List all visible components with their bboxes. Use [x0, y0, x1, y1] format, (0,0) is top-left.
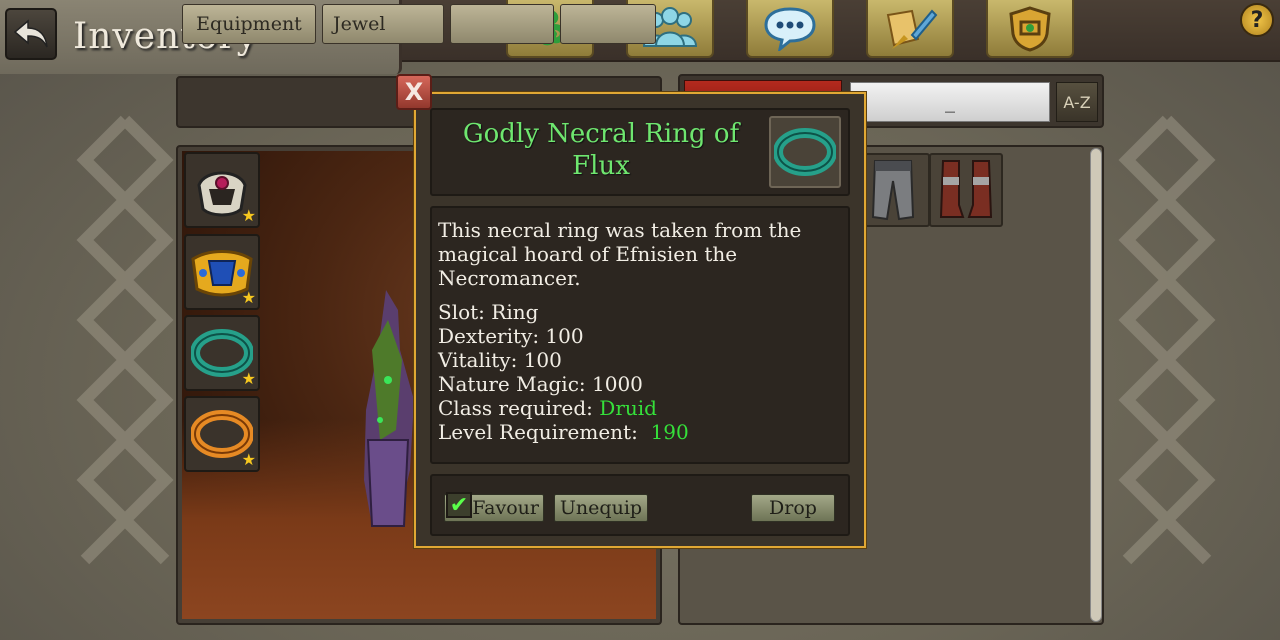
item-stats: Slot: Ring Dexterity: 100 Vitality: 100 … — [438, 300, 838, 444]
help-button[interactable]: ? — [1240, 3, 1274, 37]
ring-green-icon — [774, 128, 836, 176]
stat-row: Nature Magic: 1000 — [438, 372, 838, 396]
favour-checkbox[interactable]: ✔ — [446, 492, 472, 518]
back-button[interactable] — [5, 8, 57, 60]
star-icon: ★ — [241, 450, 256, 469]
chat-icon — [764, 7, 816, 51]
stat-label: Nature Magic: — [438, 372, 586, 396]
stat-label: Dexterity: — [438, 324, 540, 348]
boots-icon — [939, 160, 993, 218]
stat-label: Vitality: — [438, 348, 518, 372]
items-scrollbar[interactable] — [1090, 148, 1102, 622]
class-value: Druid — [599, 396, 657, 420]
tab-jewellery[interactable]: Jewel — [322, 4, 444, 44]
celtic-knot-right-ornament — [1118, 115, 1216, 565]
equip-slot-bracer[interactable]: ★ — [184, 234, 260, 310]
close-popup-button[interactable]: X — [396, 74, 432, 110]
star-icon: ★ — [241, 206, 256, 225]
item-preview — [769, 116, 841, 188]
popup-corner-ornament — [856, 92, 866, 102]
favour-label: Favour — [472, 497, 539, 519]
back-arrow-icon — [13, 19, 48, 48]
popup-corner-ornament — [414, 538, 424, 548]
stat-label: Class required: — [438, 396, 593, 420]
unequip-button[interactable]: Unequip — [554, 494, 648, 522]
stat-value: 1000 — [592, 372, 643, 396]
stat-row: Vitality: 100 — [438, 348, 838, 372]
star-icon: ★ — [241, 288, 256, 307]
item-title: Godly Necral Ring of Flux — [462, 119, 740, 181]
equip-slot-necklace[interactable]: ★ — [184, 152, 260, 228]
drop-button[interactable]: Drop — [751, 494, 835, 522]
quest-menu-button[interactable] — [866, 0, 954, 58]
quest-scroll-icon — [886, 9, 938, 49]
stat-row: Slot: Ring — [438, 300, 838, 324]
guild-shield-icon — [1009, 6, 1051, 52]
inventory-slot-boots[interactable] — [929, 153, 1003, 227]
druid-character-model — [364, 290, 414, 527]
checkmark-icon: ✔ — [449, 492, 469, 518]
level-value: 190 — [650, 420, 689, 444]
level-requirement: Level Requirement: 190 — [438, 420, 838, 444]
stat-label: Slot: — [438, 300, 485, 324]
sort-az-button[interactable]: A-Z — [1056, 82, 1098, 122]
inventory-slot-leg-armor[interactable] — [856, 153, 930, 227]
leg-armor-icon — [871, 160, 915, 221]
celtic-knot-left-ornament — [76, 115, 174, 565]
stat-value: 100 — [545, 324, 584, 348]
equip-slot-ring-2[interactable]: ★ — [184, 396, 260, 472]
tab-3[interactable] — [450, 4, 554, 44]
tab-equipment[interactable]: Equipment — [182, 4, 316, 44]
stat-label: Level Requirement: — [438, 420, 638, 444]
stat-value: Ring — [491, 300, 539, 324]
stat-row: Dexterity: 100 — [438, 324, 838, 348]
guild-menu-button[interactable] — [986, 0, 1074, 58]
star-icon: ★ — [241, 369, 256, 388]
chat-menu-button[interactable] — [746, 0, 834, 58]
stat-value: 100 — [523, 348, 562, 372]
class-requirement: Class required: Druid — [438, 396, 838, 420]
tab-4[interactable] — [560, 4, 656, 44]
search-input[interactable]: _ — [850, 82, 1050, 122]
equip-slot-ring-1[interactable]: ★ — [184, 315, 260, 391]
item-description: This necral ring was taken from the magi… — [438, 218, 802, 290]
